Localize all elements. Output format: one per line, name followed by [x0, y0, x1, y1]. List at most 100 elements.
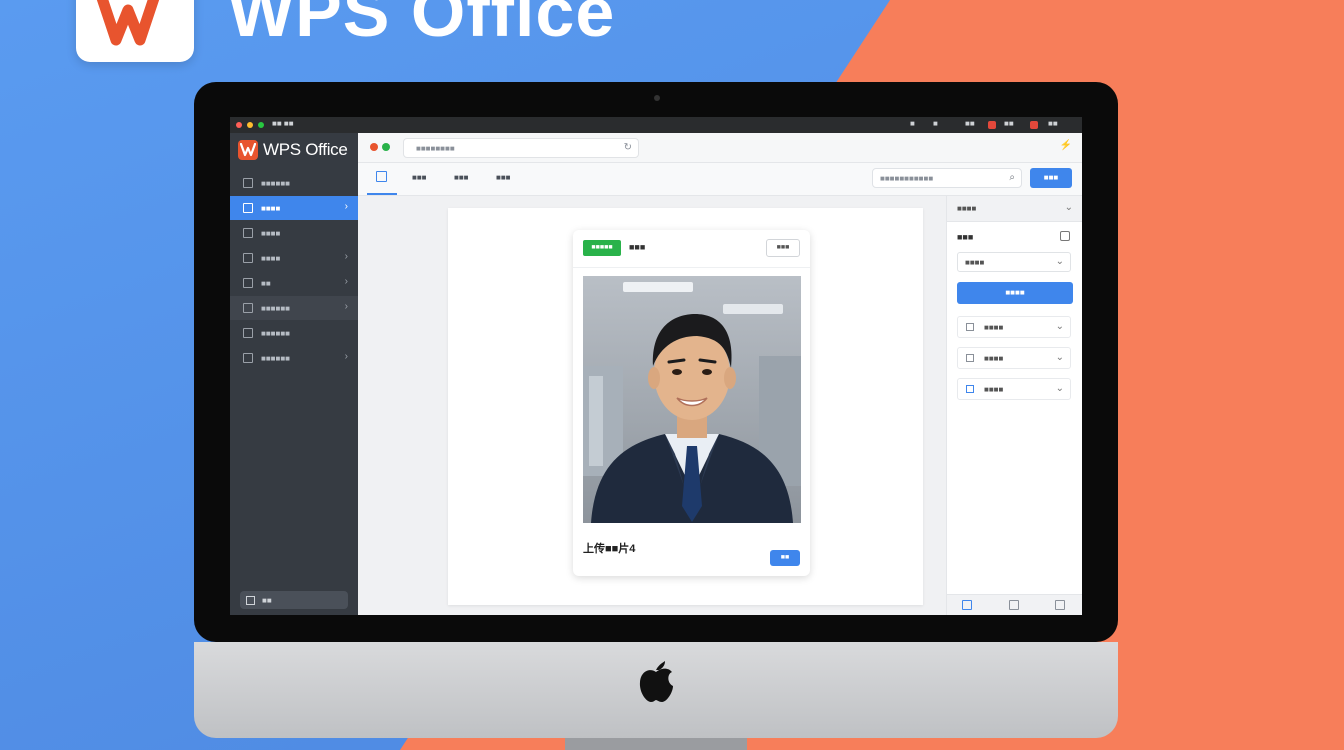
chevron-down-icon: ⌄ — [1055, 256, 1064, 267]
portrait-photo[interactable] — [583, 276, 801, 523]
card-title: ■■■ — [629, 242, 646, 252]
list-icon — [243, 328, 253, 338]
sidebar-logo-text: WPS Office — [263, 140, 348, 159]
panel-row-label: ■■■■ — [984, 354, 1004, 363]
sidebar-item-label: ■■■■ — [261, 203, 281, 213]
sidebar-bottom-button[interactable]: ■■ — [240, 591, 348, 609]
sidebar-item-label: ■■■■ — [261, 253, 281, 263]
sidebar-item-label: ■■■■■■ — [261, 328, 290, 338]
chevron-right-icon: › — [344, 301, 348, 312]
close-dot-icon[interactable] — [236, 122, 242, 128]
sidebar-bottom-label: ■■ — [262, 595, 272, 605]
status-dot-icon — [370, 143, 378, 151]
chevron-right-icon: › — [344, 251, 348, 262]
tab-3[interactable]: ■■■ — [496, 173, 511, 182]
sidebar-item-4[interactable]: ■■■■ › — [230, 246, 358, 270]
maximize-dot-icon[interactable] — [258, 122, 264, 128]
settings-icon — [243, 353, 253, 363]
card-header: ■■■■■ ■■■ ■■■ — [573, 230, 810, 268]
layers-icon — [966, 385, 974, 393]
sidebar-item-6[interactable]: ■■■■■■ › — [230, 296, 358, 320]
panel-primary-button[interactable]: ■■■■ — [957, 282, 1073, 304]
tab-home-icon[interactable] — [376, 171, 387, 182]
page-icon[interactable] — [962, 600, 972, 610]
camera-dot — [654, 95, 660, 101]
status-dot-icon — [382, 143, 390, 151]
sidebar-logo[interactable]: WPS Office — [238, 139, 348, 161]
table-icon — [243, 278, 253, 288]
user-icon — [246, 595, 255, 605]
sidebar-item-2[interactable]: ■■■■ › — [230, 196, 358, 220]
brand-title: WPS Office — [228, 0, 616, 51]
wps-logo — [76, 0, 194, 62]
card-header-button[interactable]: ■■■ — [766, 239, 800, 257]
menubar-item[interactable]: ■■ — [1004, 119, 1014, 128]
menubar-item[interactable]: ■ — [933, 119, 938, 128]
chevron-right-icon: › — [344, 276, 348, 287]
grid-icon — [243, 178, 253, 188]
chevron-right-icon: › — [344, 351, 348, 362]
sidebar-item-1[interactable]: ■■■■■■ — [230, 171, 358, 195]
tab-2[interactable]: ■■■ — [454, 173, 469, 182]
wps-logo-icon — [238, 140, 258, 160]
address-field[interactable]: ■■■■■■■■ ↻ — [403, 138, 639, 158]
panel-row-1[interactable]: ■■■■ ⌄ — [957, 316, 1071, 338]
sidebar-item-7[interactable]: ■■■■■■ — [230, 321, 358, 345]
chevron-down-icon[interactable]: ⌄ — [1065, 202, 1073, 213]
menubar-item[interactable]: ■■ — [1048, 119, 1058, 128]
image-icon — [966, 323, 974, 331]
panel-row-label: ■■■■ — [984, 385, 1004, 394]
portrait-image — [583, 276, 801, 523]
tab-bar: ■■■ ■■■ ■■■ ■■■■■■■■■■■ ⌕ ■■■ — [358, 163, 1082, 196]
panel-header[interactable]: ■■■■ ⌄ — [947, 196, 1082, 222]
panel-row-3[interactable]: ■■■■ ⌄ — [957, 378, 1071, 400]
imac-stand — [565, 738, 747, 750]
screen: ■■ ■■ ■ ■ ■■ ■■ ■■ WPS Office ■■■■■■ ■■■… — [230, 117, 1082, 615]
mac-menubar: ■■ ■■ ■ ■ ■■ ■■ ■■ — [230, 117, 1082, 133]
search-icon[interactable]: ⌕ — [1009, 172, 1015, 183]
edit-icon[interactable] — [1009, 600, 1019, 610]
crop-icon — [966, 354, 974, 362]
sidebar-item-label: ■■ — [261, 278, 271, 288]
top-bar: ■■■■■■■■ ↻ ⚡ — [358, 133, 1082, 163]
apple-logo-icon — [639, 661, 673, 702]
lightning-icon[interactable]: ⚡ — [1060, 140, 1072, 151]
sidebar: WPS Office ■■■■■■ ■■■■ › ■■■■ ■■■■ › ■■ … — [230, 133, 358, 615]
refresh-icon[interactable]: ↻ — [624, 142, 632, 153]
minimize-dot-icon[interactable] — [247, 122, 253, 128]
chevron-right-icon: › — [344, 201, 348, 212]
share-icon[interactable] — [1055, 600, 1065, 610]
chevron-down-icon: ⌄ — [1055, 321, 1064, 332]
sidebar-item-3[interactable]: ■■■■ — [230, 221, 358, 245]
menubar-item[interactable]: ■■ — [965, 119, 975, 128]
record-icon[interactable] — [1030, 121, 1038, 129]
collapse-icon[interactable] — [1060, 231, 1070, 241]
panel-select[interactable]: ■■■■ ⌄ — [957, 252, 1071, 272]
document-page: ■■■■■ ■■■ ■■■ 上传■■片4 ■■ — [448, 208, 923, 605]
primary-action-button[interactable]: ■■■ — [1030, 168, 1072, 188]
chevron-down-icon: ⌄ — [1055, 352, 1064, 363]
panel-row-2[interactable]: ■■■■ ⌄ — [957, 347, 1071, 369]
menubar-item[interactable]: ■ — [910, 119, 915, 128]
template-icon — [243, 203, 253, 213]
confirm-button[interactable]: ■■ — [770, 550, 800, 566]
panel-footer — [947, 594, 1082, 615]
menubar-item[interactable]: ■■ ■■ — [272, 119, 294, 128]
panel-title: ■■■ — [957, 232, 974, 242]
form-icon — [243, 303, 253, 313]
sidebar-item-5[interactable]: ■■ › — [230, 271, 358, 295]
record-icon[interactable] — [988, 121, 996, 129]
document-icon — [243, 228, 253, 238]
status-badge: ■■■■■ — [583, 240, 621, 256]
tab-1[interactable]: ■■■ — [412, 173, 427, 182]
photo-card: ■■■■■ ■■■ ■■■ 上传■■片4 ■■ — [573, 230, 810, 576]
main-area: ■■■■■■■■ ↻ ⚡ ■■■ ■■■ ■■■ ■■■■■■■■■■■ ⌕ ■… — [358, 133, 1082, 615]
sidebar-item-8[interactable]: ■■■■■■ › — [230, 346, 358, 370]
upload-label: 上传■■片4 — [583, 543, 636, 555]
sidebar-item-label: ■■■■ — [261, 228, 281, 238]
search-input[interactable]: ■■■■■■■■■■■ ⌕ — [872, 168, 1022, 188]
tab-active-indicator — [367, 193, 397, 195]
chart-icon — [243, 253, 253, 263]
sidebar-item-label: ■■■■■■ — [261, 178, 290, 188]
panel-header-label: ■■■■ — [957, 204, 977, 213]
